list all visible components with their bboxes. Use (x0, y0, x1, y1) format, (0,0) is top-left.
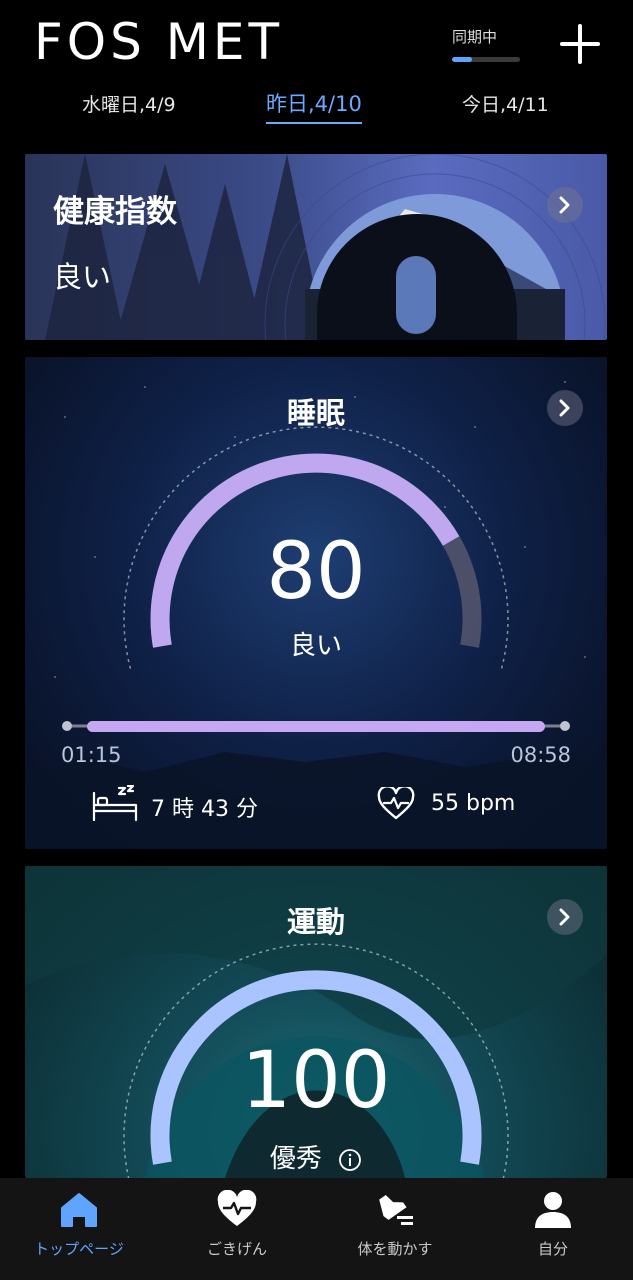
health-index-status: 良い (53, 260, 112, 294)
heart-pulse-icon (217, 1190, 257, 1226)
sleep-timeline-start-dot (62, 721, 72, 731)
sleep-score: 80 (266, 527, 366, 617)
exercise-score: 100 (241, 1036, 391, 1126)
nav-item-profile[interactable]: 自分 (474, 1178, 632, 1280)
person-icon (535, 1192, 571, 1228)
sleep-duration: 7 時 43 分 (151, 797, 258, 822)
sync-progress-fill (452, 57, 473, 62)
nav-label-home: トップページ (34, 1240, 124, 1258)
sleep-score-label: 良い (289, 631, 342, 661)
health-index-card[interactable]: 健康指数 良い (25, 154, 607, 340)
nav-label-mood: ごきげん (206, 1240, 267, 1258)
info-icon[interactable] (338, 1148, 362, 1172)
bed-icon (92, 785, 138, 822)
app-header: FOS MET 同期中 水曜日,4/9 昨日,4/10 今日,4/11 (0, 0, 633, 140)
exercise-score-label: 優秀 (25, 1138, 607, 1175)
date-tab-wednesday[interactable]: 水曜日,4/9 (82, 90, 176, 117)
health-index-title: 健康指数 (53, 194, 177, 230)
sleep-start-time: 01:15 (61, 743, 122, 767)
sleep-end-time: 08:58 (510, 743, 571, 767)
nav-item-home[interactable]: トップページ (0, 1178, 158, 1280)
sync-status: 同期中 (452, 26, 522, 62)
date-tab-yesterday[interactable]: 昨日,4/10 (266, 88, 362, 124)
date-tab-today[interactable]: 今日,4/11 (462, 90, 549, 117)
running-shoe-icon (379, 1195, 413, 1225)
sleep-card[interactable]: 睡眠 80 良い 01:15 08:58 7 時 43 分 55 bpm (25, 357, 607, 849)
home-icon (61, 1193, 97, 1227)
heart-rate-value: 55 bpm (431, 791, 516, 816)
app-logo: FOS MET (34, 13, 284, 71)
nav-label-exercise: 体を動かす (357, 1240, 433, 1258)
sleep-timeline-bar (87, 721, 545, 732)
nav-label-profile: 自分 (537, 1240, 568, 1258)
add-icon[interactable] (558, 22, 602, 66)
sync-progress-bar (452, 57, 520, 62)
health-chevron-right-icon[interactable] (547, 187, 583, 223)
nav-item-exercise[interactable]: 体を動かす (316, 1178, 474, 1280)
exercise-card[interactable]: 運動 100 優秀 (25, 866, 607, 1178)
nav-item-mood[interactable]: ごきげん (158, 1178, 316, 1280)
sync-label: 同期中 (452, 28, 498, 46)
exercise-status: 優秀 (269, 1144, 322, 1174)
sleep-timeline-end-dot (560, 721, 570, 731)
bottom-nav: トップページ ごきげん 体を動かす 自分 (0, 1178, 633, 1280)
exercise-score-gauge (123, 943, 509, 1178)
heart-rate-icon (377, 787, 415, 820)
health-background-art (45, 154, 606, 340)
